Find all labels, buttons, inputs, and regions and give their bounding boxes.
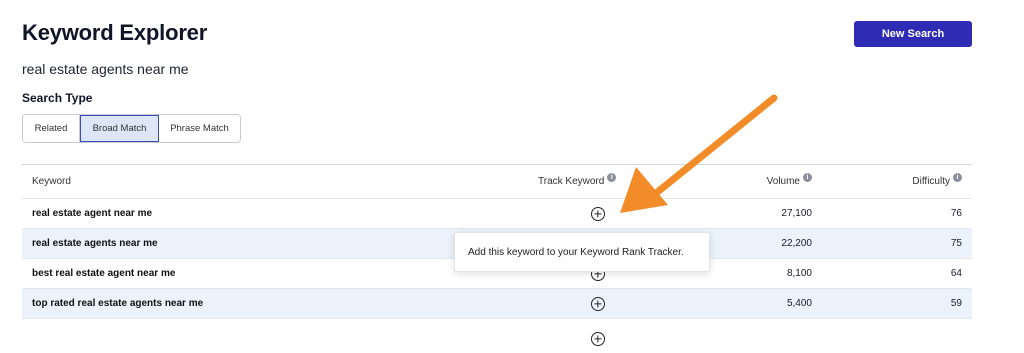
info-icon[interactable]: i (607, 173, 617, 182)
search-query: real estate agents near me (22, 61, 189, 77)
difficulty-cell: 75 (950, 238, 962, 249)
keyword-cell[interactable]: top rated real estate agents near me (32, 289, 203, 318)
column-difficulty[interactable]: Difficulty i (912, 165, 962, 198)
table-row[interactable]: real estate agent near me 27,100 76 (22, 199, 972, 229)
search-type-broad-match[interactable]: Broad Match (80, 115, 159, 142)
table-row[interactable]: top rated real estate agents near me 5,4… (22, 289, 972, 319)
table-row[interactable] (22, 319, 972, 348)
difficulty-cell: 59 (950, 298, 962, 309)
plus-circle-icon[interactable] (591, 331, 605, 346)
info-icon[interactable]: i (803, 173, 812, 182)
info-icon[interactable]: i (953, 173, 962, 182)
plus-circle-icon[interactable] (591, 296, 605, 311)
difficulty-cell: 64 (950, 268, 962, 279)
column-track-keyword-label: Track Keyword (538, 176, 605, 187)
new-search-button[interactable]: New Search (854, 21, 972, 47)
keyword-cell[interactable]: best real estate agent near me (32, 259, 175, 288)
column-volume-label: Volume (766, 176, 800, 187)
difficulty-cell: 76 (950, 208, 962, 219)
column-volume[interactable]: Volume i (767, 165, 812, 198)
page-title: Keyword Explorer (22, 20, 208, 45)
column-track-keyword[interactable]: Track Keyword i (538, 165, 617, 198)
column-keyword[interactable]: Keyword (32, 165, 71, 198)
search-type-selector: Related Broad Match Phrase Match (22, 114, 241, 143)
keyword-cell[interactable]: real estate agent near me (32, 199, 152, 228)
search-type-phrase-match[interactable]: Phrase Match (159, 115, 240, 142)
keyword-cell[interactable]: real estate agents near me (32, 229, 158, 258)
volume-cell: 8,100 (786, 268, 812, 279)
column-difficulty-label: Difficulty (912, 176, 950, 187)
volume-cell: 5,400 (786, 298, 812, 309)
volume-cell: 27,100 (781, 208, 812, 219)
table-header: Keyword Track Keyword i Volume i Difficu… (22, 165, 972, 199)
volume-cell: 22,200 (781, 238, 812, 249)
search-type-related[interactable]: Related (23, 115, 80, 142)
search-type-label: Search Type (22, 91, 93, 105)
plus-circle-icon[interactable] (591, 206, 605, 221)
track-keyword-tooltip: Add this keyword to your Keyword Rank Tr… (454, 232, 710, 272)
